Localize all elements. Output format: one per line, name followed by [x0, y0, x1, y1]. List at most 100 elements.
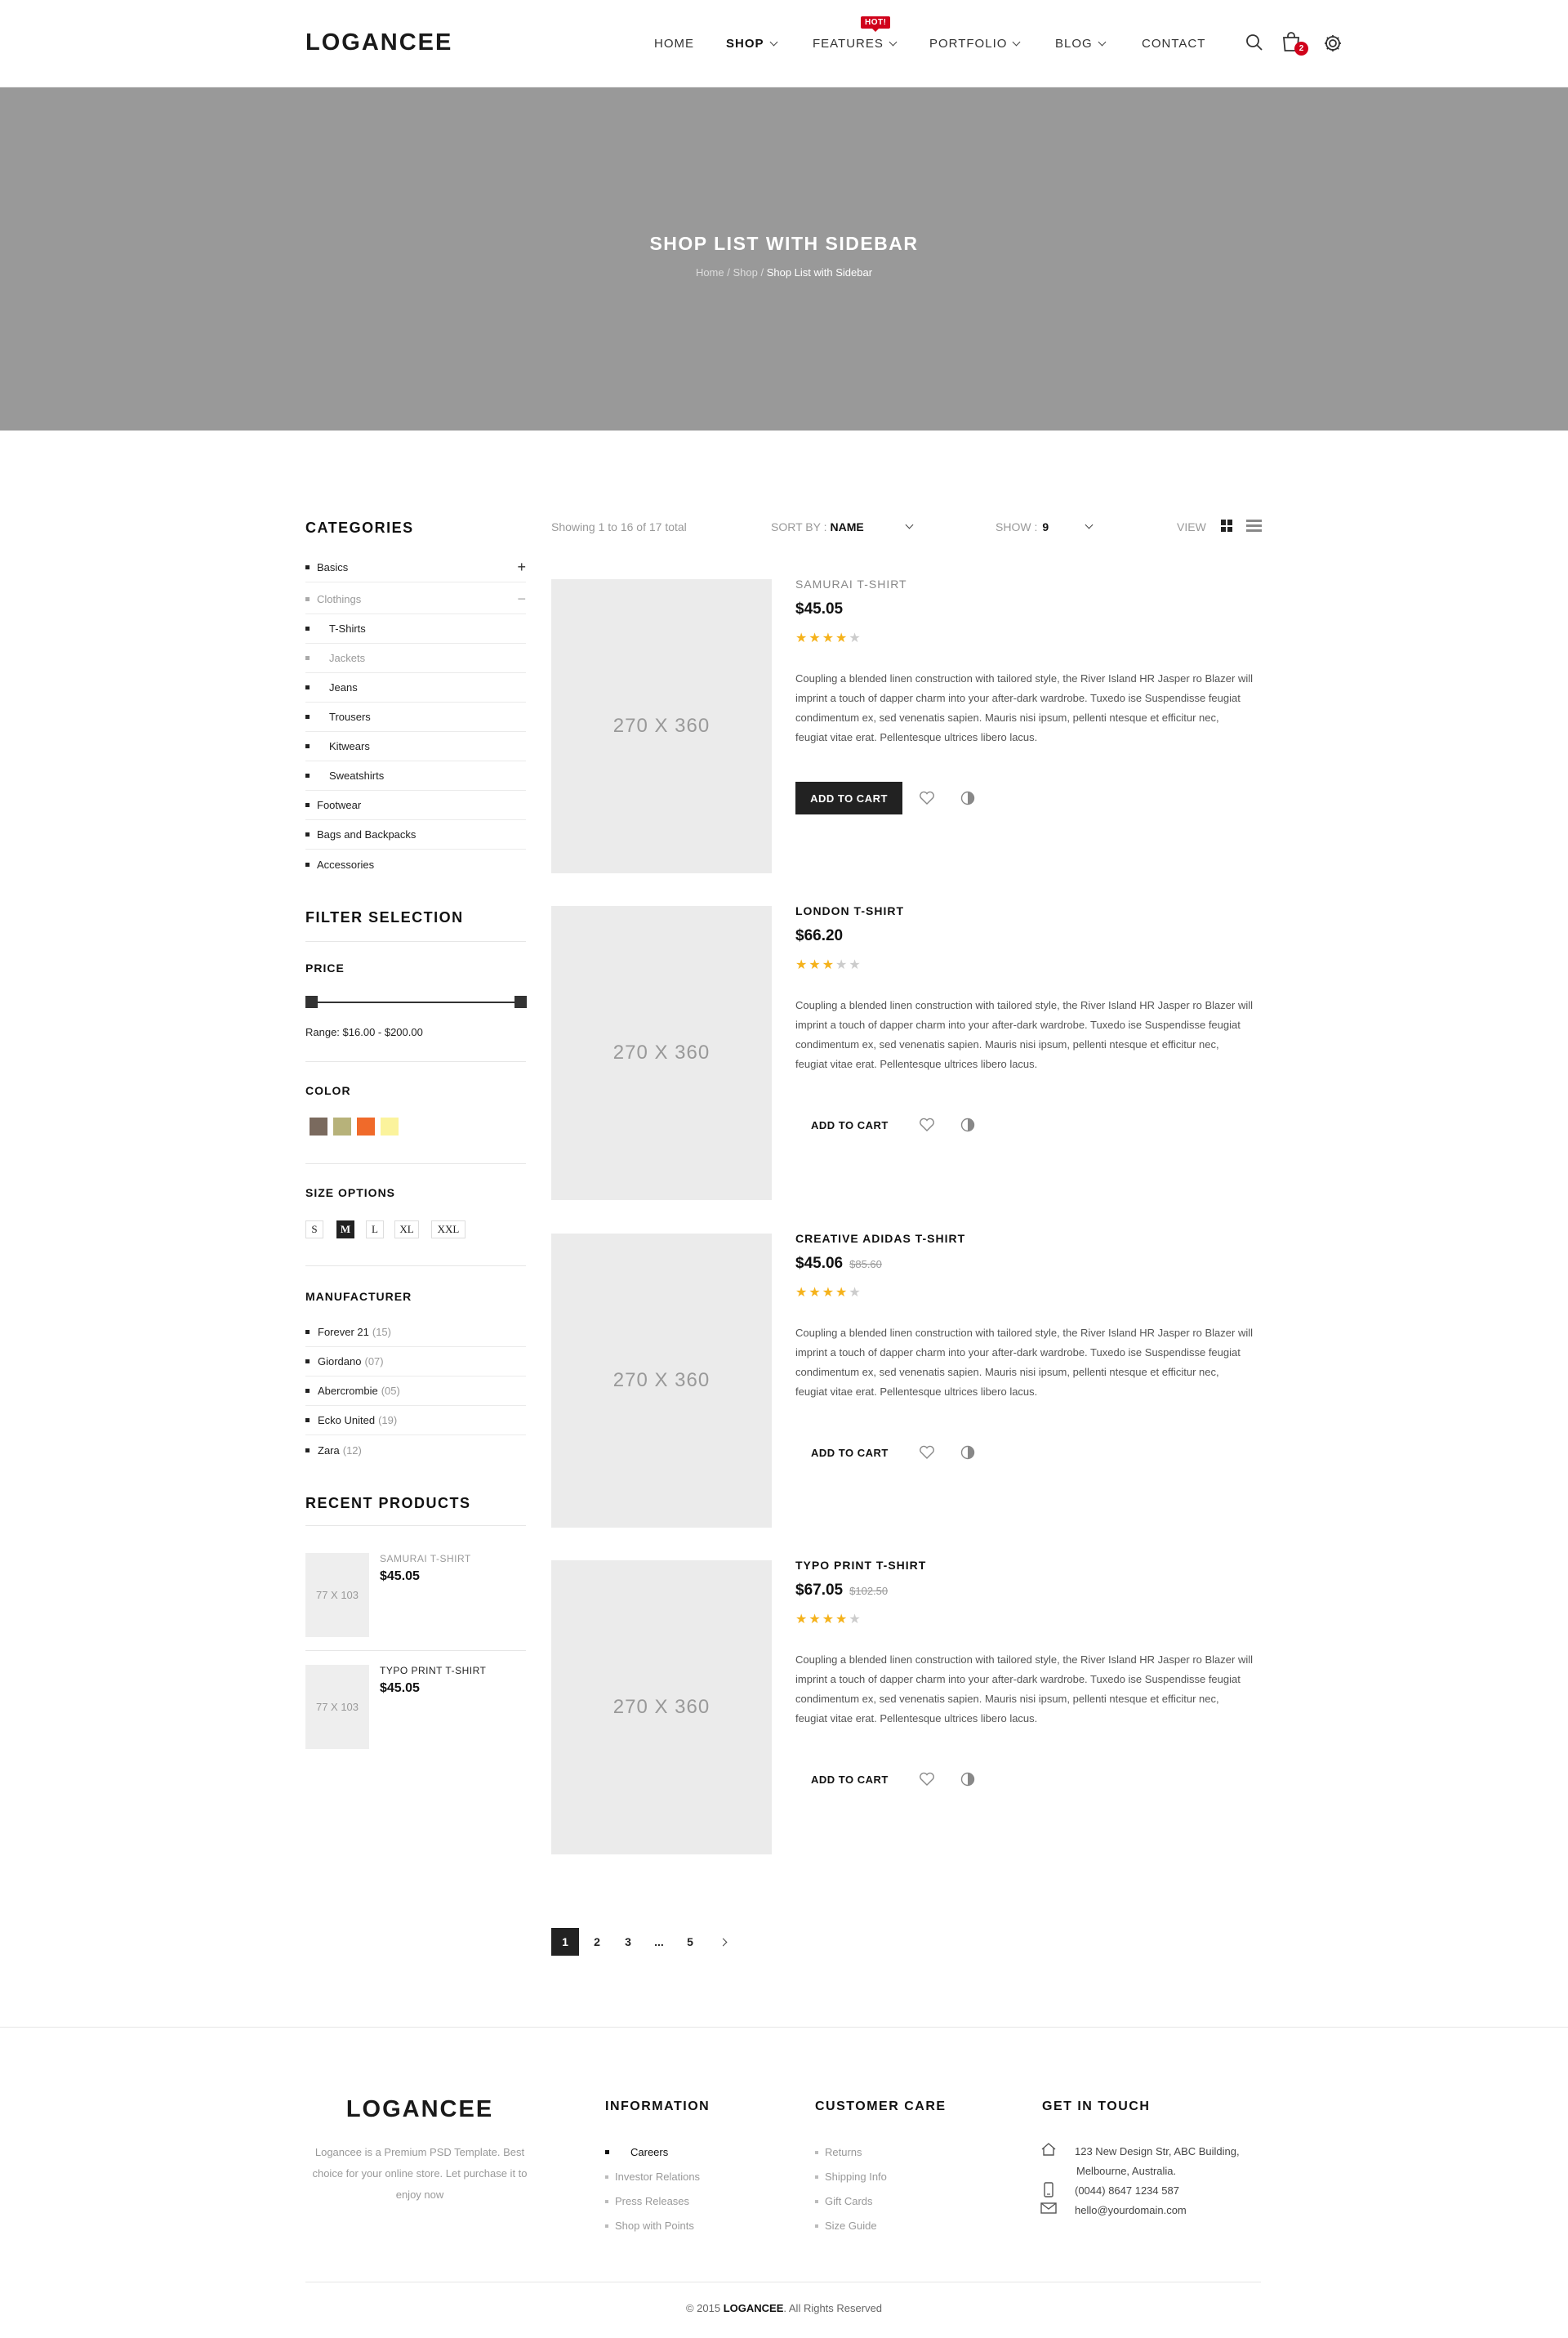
- minus-icon[interactable]: −: [517, 591, 526, 608]
- category-jackets[interactable]: Jackets: [305, 644, 526, 673]
- site-logo[interactable]: LOGANCEE: [305, 29, 452, 56]
- product-image[interactable]: 270 X 360: [551, 1234, 772, 1528]
- next-page-icon[interactable]: [709, 1928, 737, 1956]
- nav-blog[interactable]: BLOG: [1055, 37, 1107, 51]
- recent-product-thumb[interactable]: 77 X 103: [305, 1553, 369, 1637]
- compare-icon[interactable]: [959, 789, 977, 807]
- heart-icon[interactable]: [918, 1443, 936, 1461]
- footer-link[interactable]: Shop with Points: [605, 2220, 694, 2232]
- star-icon: ★: [835, 1286, 849, 1300]
- breadcrumb-home[interactable]: Home: [696, 266, 724, 279]
- address-line: 123 New Design Str, ABC Building,: [1075, 2145, 1240, 2157]
- category-label: Trousers: [329, 711, 371, 723]
- price-min-handle[interactable]: [305, 996, 318, 1008]
- color-swatch-brown[interactable]: [310, 1118, 327, 1136]
- manufacturer-item[interactable]: Giordano (07): [305, 1347, 526, 1376]
- divider: [305, 1650, 526, 1651]
- price-heading: PRICE: [305, 962, 345, 975]
- footer-link[interactable]: Gift Cards: [815, 2195, 873, 2207]
- recent-product-name[interactable]: TYPO PRINT T-SHIRT: [380, 1665, 486, 1676]
- compare-icon[interactable]: [959, 1116, 977, 1134]
- price-max-handle[interactable]: [514, 996, 527, 1008]
- star-icon: ★: [835, 1613, 849, 1626]
- add-to-cart-button[interactable]: ADD TO CART: [795, 1109, 902, 1141]
- manufacturer-item[interactable]: Abercrombie (05): [305, 1376, 526, 1406]
- page-2[interactable]: 2: [583, 1928, 611, 1956]
- page-3[interactable]: 3: [614, 1928, 642, 1956]
- footer-link[interactable]: Returns: [815, 2146, 862, 2158]
- category-basics[interactable]: Basics +: [305, 553, 526, 582]
- nav-blog-label: BLOG: [1055, 37, 1093, 51]
- footer-link[interactable]: Careers: [605, 2146, 668, 2158]
- manufacturer-item[interactable]: Forever 21 (15): [305, 1318, 526, 1347]
- category-clothings[interactable]: Clothings −: [305, 585, 526, 614]
- compare-icon[interactable]: [959, 1443, 977, 1461]
- color-swatch-orange[interactable]: [357, 1118, 375, 1136]
- breadcrumb-shop[interactable]: Shop: [733, 266, 757, 279]
- recent-product-name[interactable]: SAMURAI T-SHIRT: [380, 1553, 471, 1564]
- bullet-icon: [305, 862, 310, 867]
- product-name[interactable]: LONDON T-SHIRT: [795, 904, 904, 917]
- color-swatch-yellow[interactable]: [381, 1118, 399, 1136]
- product-image[interactable]: 270 X 360: [551, 906, 772, 1200]
- nav-contact[interactable]: CONTACT: [1142, 37, 1205, 51]
- category-footwear[interactable]: Footwear: [305, 791, 526, 820]
- nav-home[interactable]: HOME: [654, 37, 694, 51]
- star-icon: ★: [808, 1613, 822, 1626]
- page-1[interactable]: 1: [551, 1928, 579, 1956]
- compare-icon[interactable]: [959, 1770, 977, 1788]
- footer-logo[interactable]: LOGANCEE: [310, 2096, 529, 2123]
- heart-icon[interactable]: [918, 1770, 936, 1788]
- footer-link[interactable]: Investor Relations: [605, 2171, 700, 2183]
- product-name[interactable]: TYPO PRINT T-SHIRT: [795, 1559, 926, 1572]
- footer-link-label: Size Guide: [825, 2220, 877, 2232]
- footer-link-label: Careers: [630, 2146, 669, 2158]
- show-select[interactable]: SHOW : 9: [996, 520, 1094, 533]
- category-sweatshirts[interactable]: Sweatshirts: [305, 761, 526, 791]
- size-xl[interactable]: XL: [394, 1220, 419, 1238]
- add-to-cart-button[interactable]: ADD TO CART: [795, 782, 902, 814]
- color-swatch-olive[interactable]: [333, 1118, 351, 1136]
- list-view-icon[interactable]: [1246, 520, 1262, 532]
- footer-link[interactable]: Press Releases: [605, 2195, 689, 2207]
- add-to-cart-button[interactable]: ADD TO CART: [795, 1436, 902, 1469]
- price-old: $102.50: [849, 1585, 889, 1597]
- footer-email[interactable]: hello@yourdomain.com: [1075, 2201, 1187, 2220]
- category-jeans[interactable]: Jeans: [305, 673, 526, 703]
- nav-features[interactable]: FEATURES: [813, 37, 898, 51]
- gear-icon[interactable]: [1323, 33, 1343, 57]
- category-kitwears[interactable]: Kitwears: [305, 732, 526, 761]
- manufacturer-item[interactable]: Zara (12): [305, 1435, 526, 1465]
- search-icon[interactable]: [1245, 33, 1263, 56]
- category-bags[interactable]: Bags and Backpacks: [305, 820, 526, 850]
- size-l[interactable]: L: [366, 1220, 384, 1238]
- product-name[interactable]: SAMURAI T-SHIRT: [795, 578, 907, 591]
- category-accessories[interactable]: Accessories: [305, 850, 526, 879]
- footer-link[interactable]: Size Guide: [815, 2220, 877, 2232]
- size-xxl[interactable]: XXL: [431, 1220, 466, 1238]
- heart-icon[interactable]: [918, 1116, 936, 1134]
- category-tshirts[interactable]: T-Shirts: [305, 614, 526, 644]
- manufacturer-item[interactable]: Ecko United (19): [305, 1406, 526, 1435]
- grid-view-icon[interactable]: [1221, 520, 1233, 532]
- footer-phone[interactable]: (0044) 8647 1234 587: [1075, 2181, 1179, 2201]
- chevron-down-icon: [1098, 38, 1107, 46]
- size-s[interactable]: S: [305, 1220, 323, 1238]
- footer-link[interactable]: Shipping Info: [815, 2171, 887, 2183]
- heart-icon[interactable]: [918, 789, 936, 807]
- star-icon: ★: [835, 958, 849, 972]
- add-to-cart-button[interactable]: ADD TO CART: [795, 1763, 902, 1796]
- page-5[interactable]: 5: [676, 1928, 704, 1956]
- product-image[interactable]: 270 X 360: [551, 1560, 772, 1854]
- bullet-icon: [305, 685, 310, 689]
- nav-shop[interactable]: SHOP: [726, 37, 777, 51]
- size-m[interactable]: M: [336, 1220, 354, 1238]
- plus-icon[interactable]: +: [517, 559, 526, 576]
- category-trousers[interactable]: Trousers: [305, 703, 526, 732]
- nav-portfolio[interactable]: PORTFOLIO: [929, 37, 1021, 51]
- product-image[interactable]: 270 X 360: [551, 579, 772, 873]
- sort-select[interactable]: SORT BY : NAME: [771, 520, 914, 533]
- show-value: 9: [1042, 520, 1049, 533]
- product-name[interactable]: CREATIVE ADIDAS T-SHIRT: [795, 1232, 965, 1245]
- recent-product-thumb[interactable]: 77 X 103: [305, 1665, 369, 1749]
